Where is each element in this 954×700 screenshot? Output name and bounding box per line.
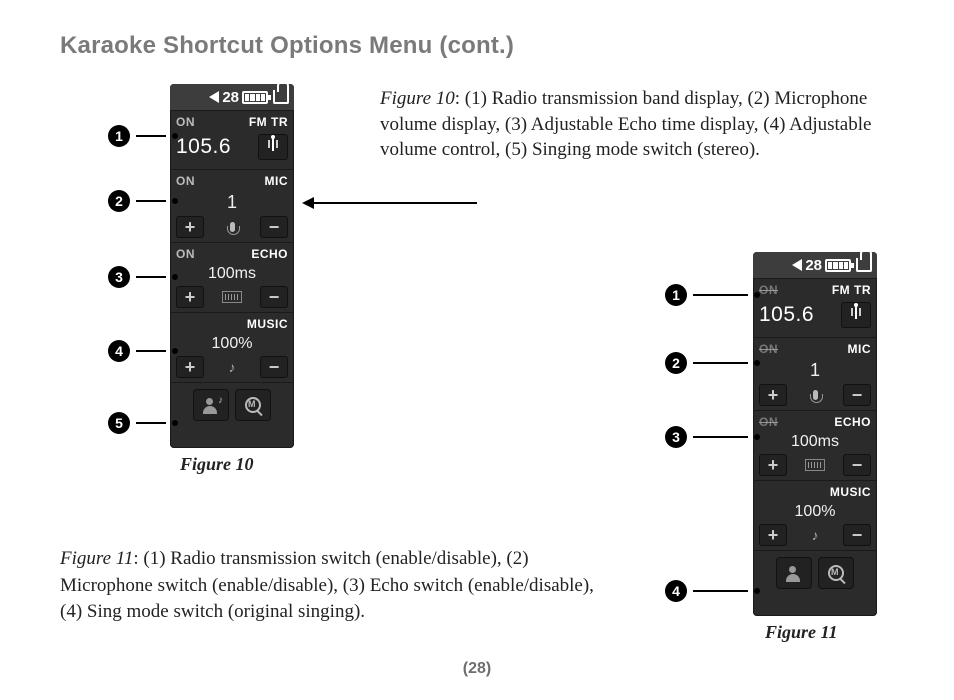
status-bar: 28 (170, 84, 294, 110)
echo-minus-button[interactable]: − (843, 454, 871, 476)
callout-fig11-3: 3 (665, 426, 760, 448)
caption-arrow-icon (302, 196, 477, 210)
echo-label: ECHO (251, 247, 288, 261)
figure11-text: : (1) Radio transmission switch (enable/… (60, 548, 594, 622)
antenna-button[interactable] (841, 302, 871, 328)
mic-value: 1 (757, 358, 873, 384)
callout-fig10-4: 4 (108, 340, 178, 362)
wave-icon (801, 459, 829, 471)
echo-section: ON ECHO 100ms + − (170, 242, 294, 312)
lock-icon (856, 258, 872, 272)
fmtr-label: FM TR (249, 115, 288, 129)
callout-fig10-5: 5 (108, 412, 178, 434)
music-section: MUSIC 100% + ♪ − (170, 312, 294, 382)
echo-on-toggle[interactable]: ON (759, 415, 778, 429)
figure10-under-caption: Figure 10 (180, 454, 254, 475)
figure11-caption: Figure 11: (1) Radio transmission switch… (60, 546, 600, 626)
fmtr-frequency: 105.6 (759, 303, 814, 327)
music-minus-button[interactable]: − (260, 356, 288, 378)
fmtr-on-toggle[interactable]: ON (759, 283, 778, 297)
mic-label: MIC (265, 174, 289, 188)
callout-fig10-1: 1 (108, 125, 178, 147)
music-plus-button[interactable]: + (759, 524, 787, 546)
status-volume: 28 (222, 89, 239, 106)
mic-on-toggle[interactable]: ON (759, 342, 778, 356)
mode-buttons: ♪ M (170, 382, 294, 427)
person-sing-icon: ♪ (202, 396, 220, 414)
fmtr-label: FM TR (832, 283, 871, 297)
mic-plus-button[interactable]: + (759, 384, 787, 406)
wave-icon (218, 291, 246, 303)
mode-search-button[interactable]: M (818, 557, 854, 589)
echo-label: ECHO (834, 415, 871, 429)
echo-plus-button[interactable]: + (176, 286, 204, 308)
note-icon: ♪ (801, 527, 829, 543)
music-value: 100% (174, 333, 290, 356)
lock-icon (273, 90, 289, 104)
battery-icon (825, 259, 851, 272)
figure11-label: Figure 11 (60, 548, 133, 569)
page-number: (28) (0, 660, 954, 678)
callout-fig11-4: 4 (665, 580, 760, 602)
figure10-caption: Figure 10: (1) Radio transmission band d… (380, 86, 880, 163)
mode-buttons: M (753, 550, 877, 595)
singing-mode-button[interactable] (776, 557, 812, 589)
status-volume: 28 (805, 257, 822, 274)
fmtr-section: ON FM TR 105.6 (753, 278, 877, 337)
figure11-under-caption: Figure 11 (765, 622, 838, 643)
echo-value: 100ms (174, 263, 290, 286)
mic-label: MIC (848, 342, 872, 356)
mic-minus-button[interactable]: − (843, 384, 871, 406)
antenna-icon (264, 138, 282, 156)
person-sing-icon (785, 564, 803, 582)
mic-minus-button[interactable]: − (260, 216, 288, 238)
music-value: 100% (757, 501, 873, 524)
echo-minus-button[interactable]: − (260, 286, 288, 308)
device-screen-fig11: 28 ON FM TR 105.6 ON MIC 1 + − ON ECHO 1… (753, 252, 877, 616)
echo-section: ON ECHO 100ms + − (753, 410, 877, 480)
mode-search-button[interactable]: M (235, 389, 271, 421)
music-label: MUSIC (247, 317, 288, 331)
singing-mode-button[interactable]: ♪ (193, 389, 229, 421)
callout-fig10-2: 2 (108, 190, 178, 212)
callout-fig11-1: 1 (665, 284, 760, 306)
music-section: MUSIC 100% + ♪ − (753, 480, 877, 550)
fmtr-section: ON FM TR 105.6 (170, 110, 294, 169)
mic-section: ON MIC 1 + − (753, 337, 877, 410)
magnifier-icon: M (827, 564, 845, 582)
fmtr-frequency: 105.6 (176, 135, 231, 159)
figure10-label: Figure 10 (380, 88, 455, 109)
fmtr-on-toggle[interactable]: ON (176, 115, 195, 129)
magnifier-icon: M (244, 396, 262, 414)
callout-fig11-2: 2 (665, 352, 760, 374)
battery-icon (242, 91, 268, 104)
callout-fig10-3: 3 (108, 266, 178, 288)
music-label: MUSIC (830, 485, 871, 499)
status-bar: 28 (753, 252, 877, 278)
device-screen-fig10: 28 ON FM TR 105.6 ON MIC 1 + − ON ECHO 1… (170, 84, 294, 448)
mic-icon (801, 390, 829, 400)
echo-on-toggle[interactable]: ON (176, 247, 195, 261)
speaker-icon (792, 259, 802, 271)
music-minus-button[interactable]: − (843, 524, 871, 546)
echo-value: 100ms (757, 431, 873, 454)
echo-plus-button[interactable]: + (759, 454, 787, 476)
note-icon: ♪ (218, 359, 246, 375)
mic-icon (218, 222, 246, 232)
antenna-icon (847, 306, 865, 324)
mic-section: ON MIC 1 + − (170, 169, 294, 242)
mic-plus-button[interactable]: + (176, 216, 204, 238)
speaker-icon (209, 91, 219, 103)
mic-on-toggle[interactable]: ON (176, 174, 195, 188)
music-plus-button[interactable]: + (176, 356, 204, 378)
mic-value: 1 (174, 190, 290, 216)
page-title: Karaoke Shortcut Options Menu (cont.) (60, 32, 514, 60)
antenna-button[interactable] (258, 134, 288, 160)
